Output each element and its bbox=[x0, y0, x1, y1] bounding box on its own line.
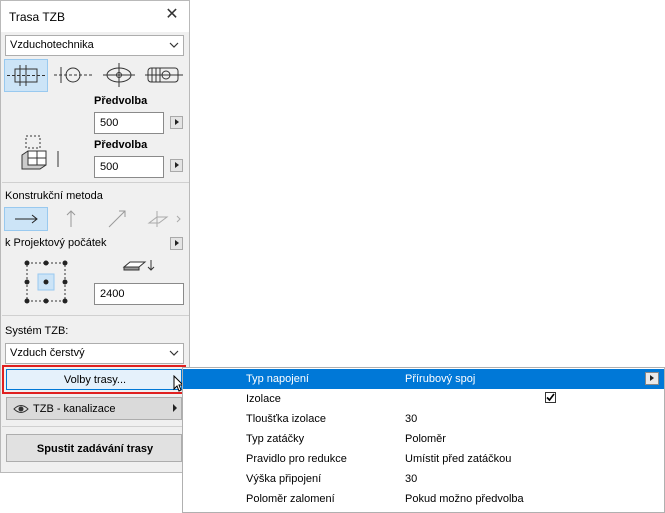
dropdown-arrow-icon[interactable] bbox=[645, 372, 659, 385]
vertical-arrow-icon[interactable] bbox=[53, 207, 89, 231]
table-row[interactable]: Typ napojení Přírubový spoj bbox=[183, 369, 664, 389]
elevation-input[interactable]: 2400 bbox=[94, 283, 184, 305]
start-route-button[interactable]: Spustit zadávání trasy bbox=[6, 434, 182, 462]
width-input[interactable]: 500 bbox=[94, 112, 164, 134]
row-key: Poloměr zalomení bbox=[246, 493, 335, 505]
height-value: 500 bbox=[100, 161, 119, 173]
height-preset-arrow-icon[interactable] bbox=[170, 159, 183, 172]
duct-dimensions-icon bbox=[18, 131, 68, 175]
origin-arrow-icon[interactable] bbox=[170, 237, 183, 250]
system-select[interactable]: Vzduch čerstvý bbox=[5, 343, 184, 364]
origin-label: k Projektový počátek bbox=[5, 237, 107, 249]
preset2-label: Předvolba bbox=[94, 139, 148, 151]
flexible-duct-icon[interactable] bbox=[142, 59, 186, 92]
route-options-button[interactable]: Volby trasy... bbox=[6, 369, 182, 390]
row-key: Typ zatáčky bbox=[246, 433, 305, 445]
title-bar: Trasa TZB ✕ bbox=[1, 1, 189, 32]
height-input[interactable]: 500 bbox=[94, 156, 164, 178]
divider bbox=[2, 182, 189, 183]
eye-icon bbox=[13, 405, 29, 413]
table-row[interactable]: Tloušťka izolace 30 bbox=[183, 409, 664, 429]
start-route-label: Spustit zadávání trasy bbox=[36, 443, 154, 455]
route-options-label: Volby trasy... bbox=[63, 374, 127, 386]
table-row[interactable]: Výška připojení 30 bbox=[183, 469, 664, 489]
route-options-table: Typ napojení Přírubový spoj Izolace Tlou… bbox=[182, 367, 665, 513]
3d-route-icon[interactable] bbox=[143, 207, 185, 231]
close-icon[interactable]: ✕ bbox=[164, 6, 180, 24]
table-row[interactable]: Poloměr zalomení Pokud možno předvolba bbox=[183, 489, 664, 509]
table-row[interactable]: Izolace bbox=[183, 389, 664, 409]
row-value: Přírubový spoj bbox=[405, 373, 476, 385]
elevation-icon bbox=[121, 257, 157, 275]
row-key: Tloušťka izolace bbox=[246, 413, 326, 425]
horizontal-arrow-icon[interactable] bbox=[4, 207, 48, 231]
layer-button[interactable]: TZB - kanalizace bbox=[6, 397, 182, 420]
rectangular-duct-icon[interactable] bbox=[4, 59, 48, 92]
route-panel: Trasa TZB ✕ Vzduchotechnika Předvolba 50… bbox=[0, 0, 190, 473]
insulation-checkbox[interactable] bbox=[545, 392, 556, 403]
width-value: 500 bbox=[100, 117, 119, 129]
panel-title: Trasa TZB bbox=[9, 10, 66, 24]
row-key: Výška připojení bbox=[246, 473, 322, 485]
system-label: Systém TZB: bbox=[5, 325, 69, 337]
row-key: Typ napojení bbox=[246, 373, 309, 385]
row-value: 30 bbox=[405, 413, 418, 425]
construction-method-label: Konstrukční metoda bbox=[5, 190, 103, 202]
table-row[interactable]: Pravidlo pro redukce Umístit před zatáčk… bbox=[183, 449, 664, 469]
row-value: Umístit před zatáčkou bbox=[405, 453, 512, 465]
oval-duct-icon[interactable] bbox=[97, 59, 141, 92]
row-key: Izolace bbox=[246, 393, 281, 405]
layer-label: TZB - kanalizace bbox=[33, 403, 116, 415]
preset1-label: Předvolba bbox=[94, 95, 148, 107]
anchor-point-grid-icon[interactable] bbox=[21, 257, 71, 307]
system-select-value: Vzduch čerstvý bbox=[10, 347, 85, 359]
round-duct-icon[interactable] bbox=[51, 59, 95, 92]
divider bbox=[2, 426, 189, 427]
domain-select[interactable]: Vzduchotechnika bbox=[5, 35, 184, 56]
layer-arrow-icon bbox=[173, 404, 177, 412]
row-value: 30 bbox=[405, 473, 418, 485]
elevation-value: 2400 bbox=[100, 288, 125, 300]
width-preset-arrow-icon[interactable] bbox=[170, 116, 183, 129]
checkmark-icon bbox=[546, 393, 555, 402]
chevron-down-icon bbox=[169, 350, 179, 356]
row-value: Pokud možno předvolba bbox=[405, 493, 524, 505]
divider bbox=[2, 315, 189, 316]
row-key: Pravidlo pro redukce bbox=[246, 453, 347, 465]
table-row[interactable]: Typ zatáčky Poloměr bbox=[183, 429, 664, 449]
row-value: Poloměr bbox=[405, 433, 446, 445]
chevron-down-icon bbox=[169, 42, 179, 48]
diagonal-arrow-icon[interactable] bbox=[99, 207, 135, 231]
domain-select-value: Vzduchotechnika bbox=[10, 39, 94, 51]
